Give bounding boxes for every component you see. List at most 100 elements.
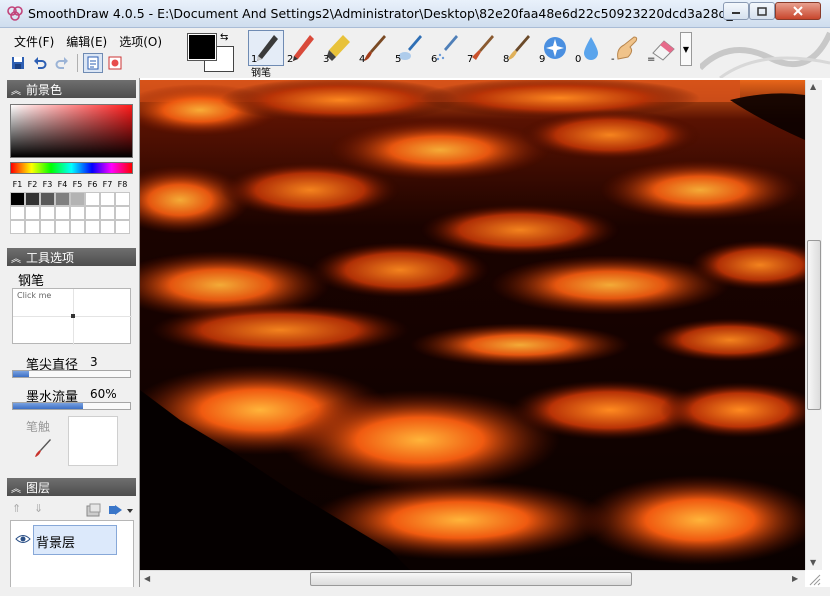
move-layer-up-icon[interactable]: ⇑ (12, 502, 21, 515)
pad-point (71, 314, 75, 318)
save-icon (12, 57, 24, 69)
palette-swatch[interactable] (85, 192, 100, 206)
palette-swatch[interactable] (40, 192, 55, 206)
vertical-scrollbar[interactable]: ▲ ▼ (805, 80, 822, 570)
brush-8-pastel[interactable]: 8 (500, 30, 536, 66)
scroll-right-icon[interactable]: ▶ (792, 574, 798, 583)
palette-swatch[interactable] (85, 206, 100, 220)
brush-0-water[interactable]: 0 (572, 30, 608, 66)
menu-edit[interactable]: 编辑(E) (60, 31, 113, 51)
scroll-down-icon[interactable]: ▼ (810, 558, 816, 567)
tool-options-header[interactable]: ︽ 工具选项 (7, 248, 136, 266)
water-drop-icon (584, 37, 598, 60)
pencil-icon (293, 35, 314, 61)
palette-swatch[interactable] (55, 206, 70, 220)
drawing-canvas[interactable] (140, 80, 805, 570)
view-icon (87, 56, 99, 70)
palette-swatch[interactable] (25, 192, 40, 206)
palette-swatch[interactable] (10, 192, 25, 206)
fkey-label: F4 (57, 180, 68, 189)
brush-5-airbrush[interactable]: 5 (392, 30, 428, 66)
ink-flow-fill (13, 403, 83, 409)
panel-title: 前景色 (26, 82, 63, 97)
smudge-finger-icon (617, 36, 638, 60)
brush-minus-smudge[interactable]: - (608, 30, 644, 66)
palette-swatch[interactable] (55, 220, 70, 234)
palette-swatch[interactable] (55, 192, 70, 206)
palette-swatch[interactable] (40, 220, 55, 234)
brush-2-pencil[interactable]: 2 (284, 30, 320, 66)
clear-button[interactable] (105, 53, 125, 73)
scroll-left-icon[interactable]: ◀ (144, 574, 150, 583)
menu-file[interactable]: 文件(F) (8, 31, 60, 51)
vertical-scroll-thumb[interactable] (807, 240, 821, 410)
layers-header[interactable]: ︽ 图层 (7, 478, 136, 496)
brush-1-pen[interactable]: 1 (248, 30, 284, 66)
palette-swatch[interactable] (115, 206, 130, 220)
palette-swatch[interactable] (100, 192, 115, 206)
brush-6-spray[interactable]: 6 (428, 30, 464, 66)
redo-button[interactable] (52, 53, 72, 73)
texture-brush-icon[interactable] (34, 438, 52, 458)
brush-number: 3 (323, 54, 330, 65)
app-icon (7, 6, 23, 21)
foreground-color-swatch[interactable] (187, 33, 217, 61)
palette-swatch[interactable] (70, 220, 85, 234)
menu-options[interactable]: 选项(O) (113, 31, 168, 51)
layer-name[interactable]: 背景层 (33, 525, 117, 555)
minimize-button[interactable] (723, 2, 749, 20)
save-button[interactable] (8, 53, 28, 73)
palette-swatch[interactable] (115, 192, 130, 206)
layer-properties-icon[interactable] (86, 503, 102, 517)
menu-bar: 文件(F) 编辑(E) 选项(O) (8, 31, 168, 51)
brush-7-flat[interactable]: 7 (464, 30, 500, 66)
brush-number: = (647, 54, 656, 65)
brush-4-brush[interactable]: 4 (356, 30, 392, 66)
palette-swatch[interactable] (70, 192, 85, 206)
brush-number: 2 (287, 54, 294, 65)
panel-title: 图层 (26, 480, 51, 495)
horizontal-scroll-thumb[interactable] (310, 572, 632, 586)
move-layer-down-icon[interactable]: ⇓ (34, 502, 43, 515)
palette-swatch[interactable] (25, 206, 40, 220)
horizontal-scrollbar[interactable]: ◀ ▶ (140, 570, 805, 587)
brush-3-marker[interactable]: 3 (320, 30, 356, 66)
stroke-preview-pad[interactable]: Click me (12, 288, 132, 345)
eye-icon[interactable] (15, 533, 31, 545)
ink-flow-slider[interactable] (12, 402, 131, 410)
swap-colors-icon[interactable]: ⇆ (220, 32, 228, 43)
texture-label: 笔触 (26, 420, 51, 434)
palette-swatch[interactable] (10, 206, 25, 220)
brush-9-sparkle[interactable]: 9 (536, 30, 572, 66)
brush-number: 7 (467, 54, 474, 65)
close-button[interactable] (775, 2, 821, 20)
scroll-up-icon[interactable]: ▲ (810, 82, 816, 91)
left-panel: ︽ 前景色 F1 F2 F3 F4 F5 F6 F7 F8 ︽ 工具选项 钢笔 … (0, 78, 140, 596)
view-button[interactable] (83, 53, 103, 73)
color-picker-square[interactable] (10, 104, 133, 158)
maximize-button[interactable] (749, 2, 775, 20)
texture-preview[interactable] (68, 416, 118, 466)
tip-diameter-slider[interactable] (12, 370, 131, 378)
palette-swatch[interactable] (100, 206, 115, 220)
fkey-label: F6 (87, 180, 98, 189)
palette-swatch[interactable] (100, 220, 115, 234)
layer-menu-icon[interactable] (108, 503, 134, 517)
palette-swatch[interactable] (85, 220, 100, 234)
brush-number: - (611, 54, 615, 65)
brush-equals-eraser[interactable]: = (644, 30, 680, 66)
fkey-label: F3 (42, 180, 53, 189)
foreground-color-header[interactable]: ︽ 前景色 (7, 80, 136, 98)
hue-slider[interactable] (10, 162, 133, 174)
palette-swatch[interactable] (115, 220, 130, 234)
brush-more-button[interactable]: ▼ (680, 32, 692, 66)
resize-grip-icon[interactable] (806, 571, 822, 587)
palette-swatch[interactable] (25, 220, 40, 234)
palette-swatch[interactable] (40, 206, 55, 220)
layer-row[interactable]: 背景层 (13, 525, 117, 555)
brush-number: 5 (395, 54, 402, 65)
undo-button[interactable] (30, 53, 50, 73)
palette-swatch[interactable] (70, 206, 85, 220)
clear-icon (108, 56, 122, 70)
palette-swatch[interactable] (10, 220, 25, 234)
